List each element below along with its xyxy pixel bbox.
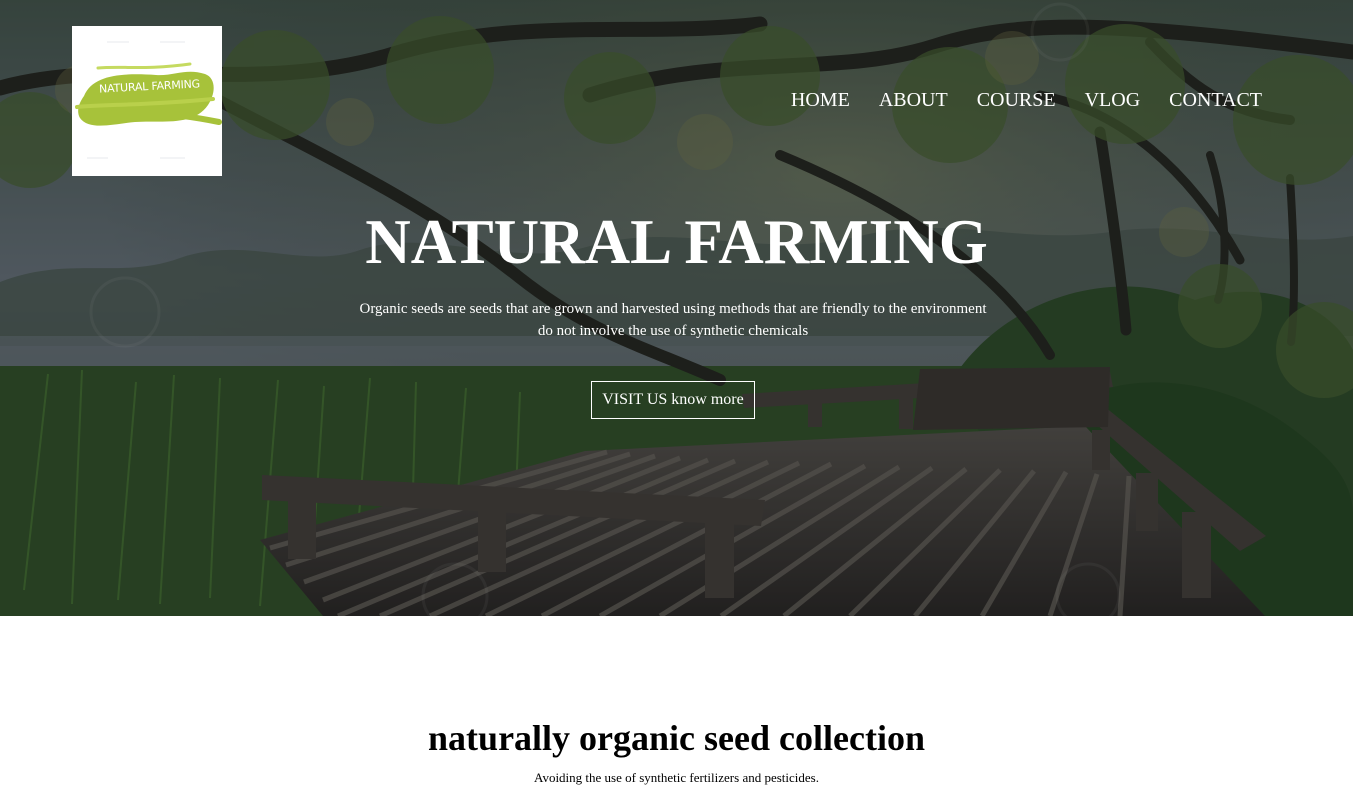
hero-subtitle: Organic seeds are seeds that are grown a… xyxy=(340,298,1006,342)
logo-brush-icon xyxy=(75,41,222,159)
hero-section: NATURAL FARMING HOME ABOUT COURSE VLOG C… xyxy=(0,0,1353,616)
hero-subtitle-line-2: do not involve the use of synthetic chem… xyxy=(537,323,809,339)
nav-about-link[interactable]: ABOUT xyxy=(879,89,948,111)
collection-subtitle: Avoiding the use of synthetic fertilizer… xyxy=(534,770,819,785)
main-navigation: HOME ABOUT COURSE VLOG CONTACT xyxy=(791,89,1262,111)
nav-contact-link[interactable]: CONTACT xyxy=(1169,89,1262,111)
nav-course-link[interactable]: COURSE xyxy=(977,89,1056,111)
nav-home-link[interactable]: HOME xyxy=(791,89,850,111)
hero-title: NATURAL FARMING xyxy=(365,207,988,277)
visit-us-button[interactable]: VISIT US know more xyxy=(591,381,755,419)
hero-subtitle-line-1: Organic seeds are seeds that are grown a… xyxy=(359,301,987,317)
site-logo[interactable]: NATURAL FARMING xyxy=(72,26,222,176)
nav-vlog-link[interactable]: VLOG xyxy=(1085,89,1141,111)
collection-title: naturally organic seed collection xyxy=(428,718,925,758)
